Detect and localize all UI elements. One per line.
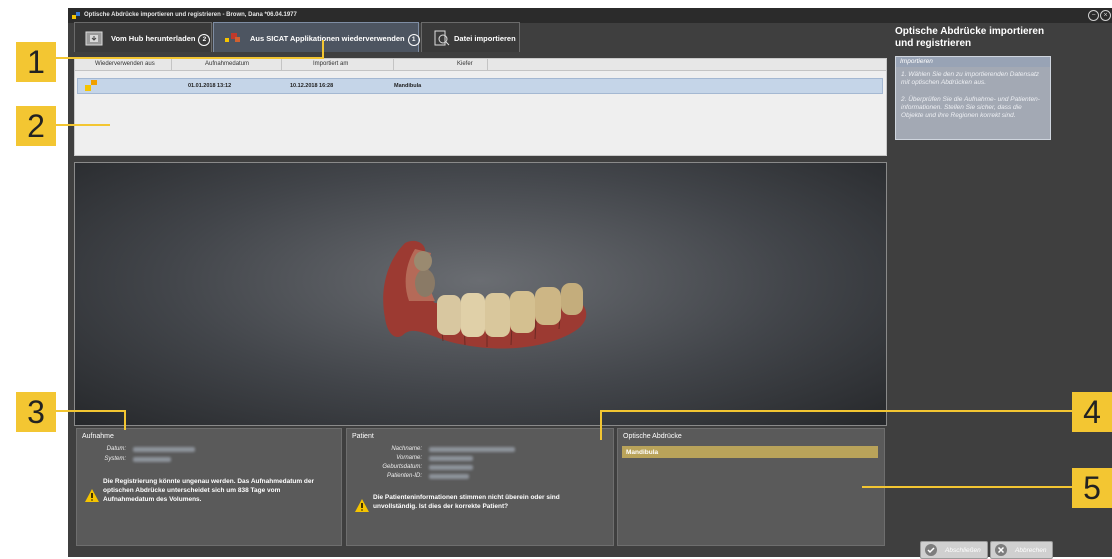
patient-title: Patient <box>352 433 374 440</box>
sidebar-box-title: Importieren <box>896 57 1050 67</box>
patient-label-id: Patienten-ID: <box>386 473 422 479</box>
title-bar: Optische Abdrücke importieren und regist… <box>68 8 1112 23</box>
minimize-icon[interactable]: − <box>1088 10 1099 21</box>
aufnahme-label-system: System: <box>104 456 126 462</box>
callout-1: 1 <box>16 42 56 82</box>
tab-hub-badge: 2 <box>198 34 211 46</box>
callout-3-line <box>56 410 126 412</box>
sidebar-instructions: Importieren 1. Wählen Sie den zu importi… <box>895 56 1051 140</box>
patient-warning: Die Patienteninformationen stimmen nicht… <box>373 494 560 510</box>
warning-icon <box>355 499 369 512</box>
close-icon[interactable]: × <box>1100 10 1111 21</box>
aufnahme-title: Aufnahme <box>82 433 114 440</box>
aufnahme-label-datum: Datum: <box>106 446 126 452</box>
tab-file-import[interactable]: Datei importieren <box>421 22 520 52</box>
patient-lastname-value <box>429 447 515 452</box>
window-title: Optische Abdrücke importieren und regist… <box>84 12 297 18</box>
callout-2-line <box>56 124 110 126</box>
callout-1-line-vert <box>322 40 324 58</box>
patient-id-value <box>429 474 469 479</box>
sidebar-step-2: 2. Überprüfen Sie die Aufnahme- und Pati… <box>901 96 1040 119</box>
callout-3: 3 <box>16 392 56 432</box>
tab-hub-label: Vom Hub herunterladen <box>111 34 196 43</box>
warning-icon <box>85 489 99 502</box>
aufnahme-system-value <box>133 457 171 462</box>
hub-download-icon <box>85 31 103 46</box>
col-header-source[interactable]: Wiederverwenden aus <box>95 61 155 67</box>
tab-sicat-label: Aus SICAT Applikationen wiederverwenden <box>250 34 405 43</box>
abdruecke-list-item[interactable]: Mandibula <box>622 446 878 458</box>
table-row[interactable]: 01.01.2018 13:12 10.12.2018 16:28 Mandib… <box>77 78 883 94</box>
sicat-reuse-icon <box>225 33 240 42</box>
sidebar-step-1: 1. Wählen Sie den zu importierenden Date… <box>901 71 1040 86</box>
finish-button-label: Abschließen <box>945 547 981 554</box>
cancel-button[interactable]: Abbrechen <box>990 541 1053 559</box>
file-import-icon <box>434 30 450 46</box>
tab-sicat-reuse[interactable]: Aus SICAT Applikationen wiederverwenden 1 <box>213 22 420 52</box>
aufnahme-warning: Die Registrierung könnte ungenau werden.… <box>103 478 315 503</box>
callout-5: 5 <box>1072 468 1112 508</box>
import-table: Wiederverwenden aus Aufnahmedatum Import… <box>74 58 887 156</box>
callout-5-line <box>862 486 1072 488</box>
optische-abdruecke-panel: Optische Abdrücke Mandibula <box>617 428 885 546</box>
app-icon <box>72 12 80 19</box>
callout-4-line <box>600 410 1072 412</box>
sidebar-title: Optische Abdrücke importieren und regist… <box>895 26 1045 49</box>
patient-label-firstname: Vorname: <box>396 455 422 461</box>
patient-birthdate-value <box>429 465 473 470</box>
patient-label-birthdate: Geburtsdatum: <box>382 464 422 470</box>
sicat-app-icon <box>85 80 97 91</box>
callout-3-line-vert <box>124 410 126 430</box>
col-header-jaw[interactable]: Kiefer <box>457 61 473 67</box>
row-date: 01.01.2018 13:12 <box>188 83 232 89</box>
callout-1-line <box>56 57 324 59</box>
row-imported: 10.12.2018 16:28 <box>290 83 334 89</box>
callout-4: 4 <box>1072 392 1112 432</box>
tab-sicat-badge: 1 <box>407 34 420 46</box>
abdruecke-item-label: Mandibula <box>626 449 659 456</box>
patient-panel: Patient Nachname: Vorname: Geburtsdatum:… <box>346 428 614 546</box>
tab-file-label: Datei importieren <box>454 34 516 43</box>
callout-2: 2 <box>16 106 56 146</box>
table-header: Wiederverwenden aus Aufnahmedatum Import… <box>75 59 886 71</box>
patient-label-lastname: Nachname: <box>391 446 422 452</box>
tab-hub-download[interactable]: Vom Hub herunterladen 2 <box>74 22 212 52</box>
cancel-button-label: Abbrechen <box>1015 547 1047 554</box>
abdruecke-title: Optische Abdrücke <box>623 433 682 440</box>
checkmark-icon <box>925 544 937 556</box>
aufnahme-datum-value <box>133 447 195 452</box>
col-header-date[interactable]: Aufnahmedatum <box>205 61 249 67</box>
3d-viewport[interactable] <box>74 162 887 426</box>
aufnahme-panel: Aufnahme Datum: System: Die Registrierun… <box>76 428 342 546</box>
jaw-3d-model <box>383 240 587 349</box>
row-jaw: Mandibula <box>394 83 422 89</box>
col-header-imported[interactable]: Importiert am <box>313 61 348 67</box>
close-circle-icon <box>995 544 1007 556</box>
patient-firstname-value <box>429 456 473 461</box>
callout-4-line-vert <box>600 410 602 440</box>
finish-button[interactable]: Abschließen <box>920 541 988 559</box>
